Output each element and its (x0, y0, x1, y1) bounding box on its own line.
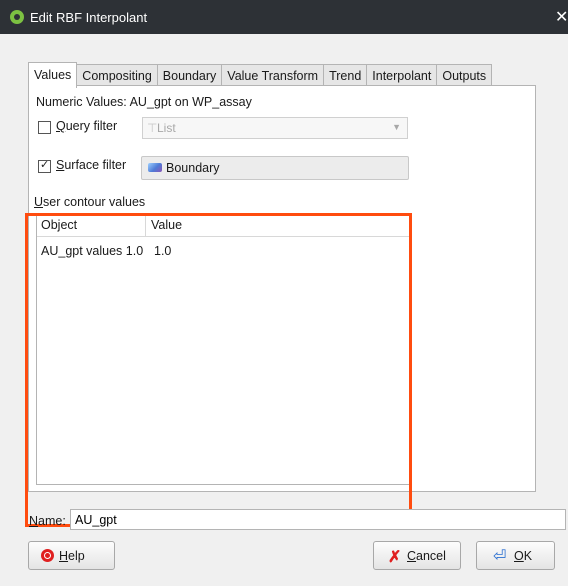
enter-arrow-icon: ⏎ (493, 548, 507, 565)
boundary-surface-icon (148, 163, 162, 172)
cancel-button[interactable]: ✗ Cancel (373, 541, 461, 570)
user-contour-values-group: User contour values Object Value AU_gpt … (29, 186, 414, 486)
values-tab-panel: Numeric Values: AU_gpt on WP_assay Query… (28, 85, 536, 492)
query-filter-label[interactable]: Query filter (56, 119, 117, 133)
surface-filter-button[interactable]: Boundary (141, 156, 409, 180)
surface-filter-value: Boundary (166, 161, 220, 175)
name-input[interactable] (70, 509, 566, 530)
tab-bar: Values Compositing Boundary Value Transf… (28, 62, 493, 88)
red-x-icon: ✗ (388, 549, 402, 566)
user-contour-values-label: User contour values (34, 195, 146, 209)
name-label: Name: (29, 514, 66, 528)
surface-filter-label[interactable]: Surface filter (56, 158, 126, 172)
dialog-body: Values Compositing Boundary Value Transf… (0, 34, 568, 586)
numeric-values-label: Numeric Values: (36, 95, 127, 109)
row-object-cell[interactable]: AU_gpt values 1.0 (41, 244, 143, 258)
tab-values[interactable]: Values (28, 62, 78, 88)
tab-boundary[interactable]: Boundary (156, 64, 223, 87)
query-filter-checkbox[interactable] (38, 121, 51, 134)
tab-trend[interactable]: Trend (323, 64, 368, 87)
contour-values-table[interactable]: Object Value AU_gpt values 1.0 1.0 (36, 213, 410, 485)
query-filter-combo: ⊤ List ▼ (142, 117, 408, 139)
window-title: Edit RBF Interpolant (30, 10, 148, 25)
chevron-down-icon: ▼ (392, 122, 401, 132)
tab-interpolant[interactable]: Interpolant (366, 64, 438, 87)
table-header: Object Value (37, 214, 409, 237)
tab-compositing[interactable]: Compositing (76, 64, 158, 87)
ok-button[interactable]: ⏎ OK (476, 541, 555, 570)
tab-value-transform[interactable]: Value Transform (221, 64, 325, 87)
numeric-values-value: AU_gpt on WP_assay (129, 95, 252, 109)
title-bar: Edit RBF Interpolant ✕ (0, 0, 568, 34)
filter-icon: ⊤ (147, 121, 158, 135)
column-header-value[interactable]: Value (151, 218, 182, 232)
column-header-object[interactable]: Object (41, 218, 77, 232)
close-icon[interactable]: ✕ (555, 7, 568, 27)
numeric-values-row: Numeric Values: AU_gpt on WP_assay (36, 95, 252, 109)
surface-filter-checkbox[interactable] (38, 158, 51, 173)
row-value-cell[interactable]: 1.0 (154, 244, 171, 258)
query-filter-placeholder: List (157, 121, 176, 135)
help-button[interactable]: Help (28, 541, 115, 570)
column-divider[interactable] (145, 214, 146, 236)
tab-outputs[interactable]: Outputs (436, 64, 493, 87)
app-logo-icon (10, 10, 24, 24)
lifebuoy-icon (41, 549, 54, 562)
